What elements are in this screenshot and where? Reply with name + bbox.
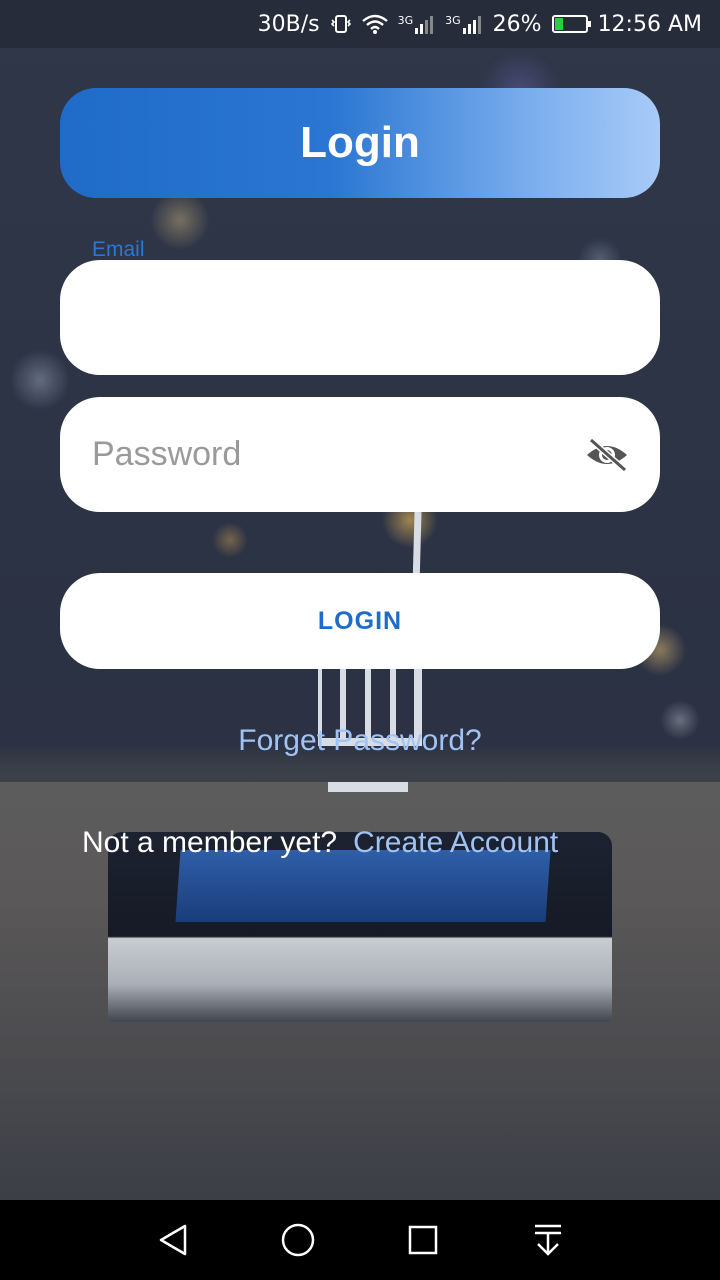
login-button[interactable]: LOGIN	[60, 573, 660, 669]
home-circle-icon[interactable]	[276, 1218, 320, 1262]
create-account-link[interactable]: Create Account	[353, 826, 558, 860]
wifi-icon	[361, 14, 388, 34]
battery-icon	[551, 15, 591, 33]
signup-row: Not a member yet? Create Account	[82, 826, 558, 860]
recents-square-icon[interactable]	[401, 1218, 445, 1262]
page-title: Login	[300, 118, 420, 167]
email-field-container[interactable]	[60, 260, 660, 375]
password-field[interactable]	[92, 435, 584, 474]
vibrate-icon	[330, 13, 352, 35]
signal-icon-1: 3G	[398, 14, 436, 34]
pull-down-icon[interactable]	[526, 1218, 570, 1262]
clock: 12:56 AM	[597, 11, 702, 37]
back-triangle-icon[interactable]	[151, 1218, 195, 1262]
not-member-text: Not a member yet?	[82, 826, 338, 859]
signal-icon-2: 3G	[445, 14, 483, 34]
status-bar: 30B/s 3G 3G 26% 12:56 AM	[0, 0, 720, 48]
eye-off-icon[interactable]	[584, 435, 630, 475]
email-label: Email	[92, 238, 145, 261]
battery-percent: 26%	[492, 11, 542, 37]
email-field[interactable]	[92, 298, 630, 337]
forget-password-link[interactable]: Forget Password?	[0, 724, 720, 758]
background-phone-screen	[175, 850, 551, 922]
network-speed: 30B/s	[257, 11, 320, 37]
login-header: Login	[60, 88, 660, 198]
navigation-bar	[0, 1200, 720, 1280]
password-field-container[interactable]	[60, 397, 660, 512]
